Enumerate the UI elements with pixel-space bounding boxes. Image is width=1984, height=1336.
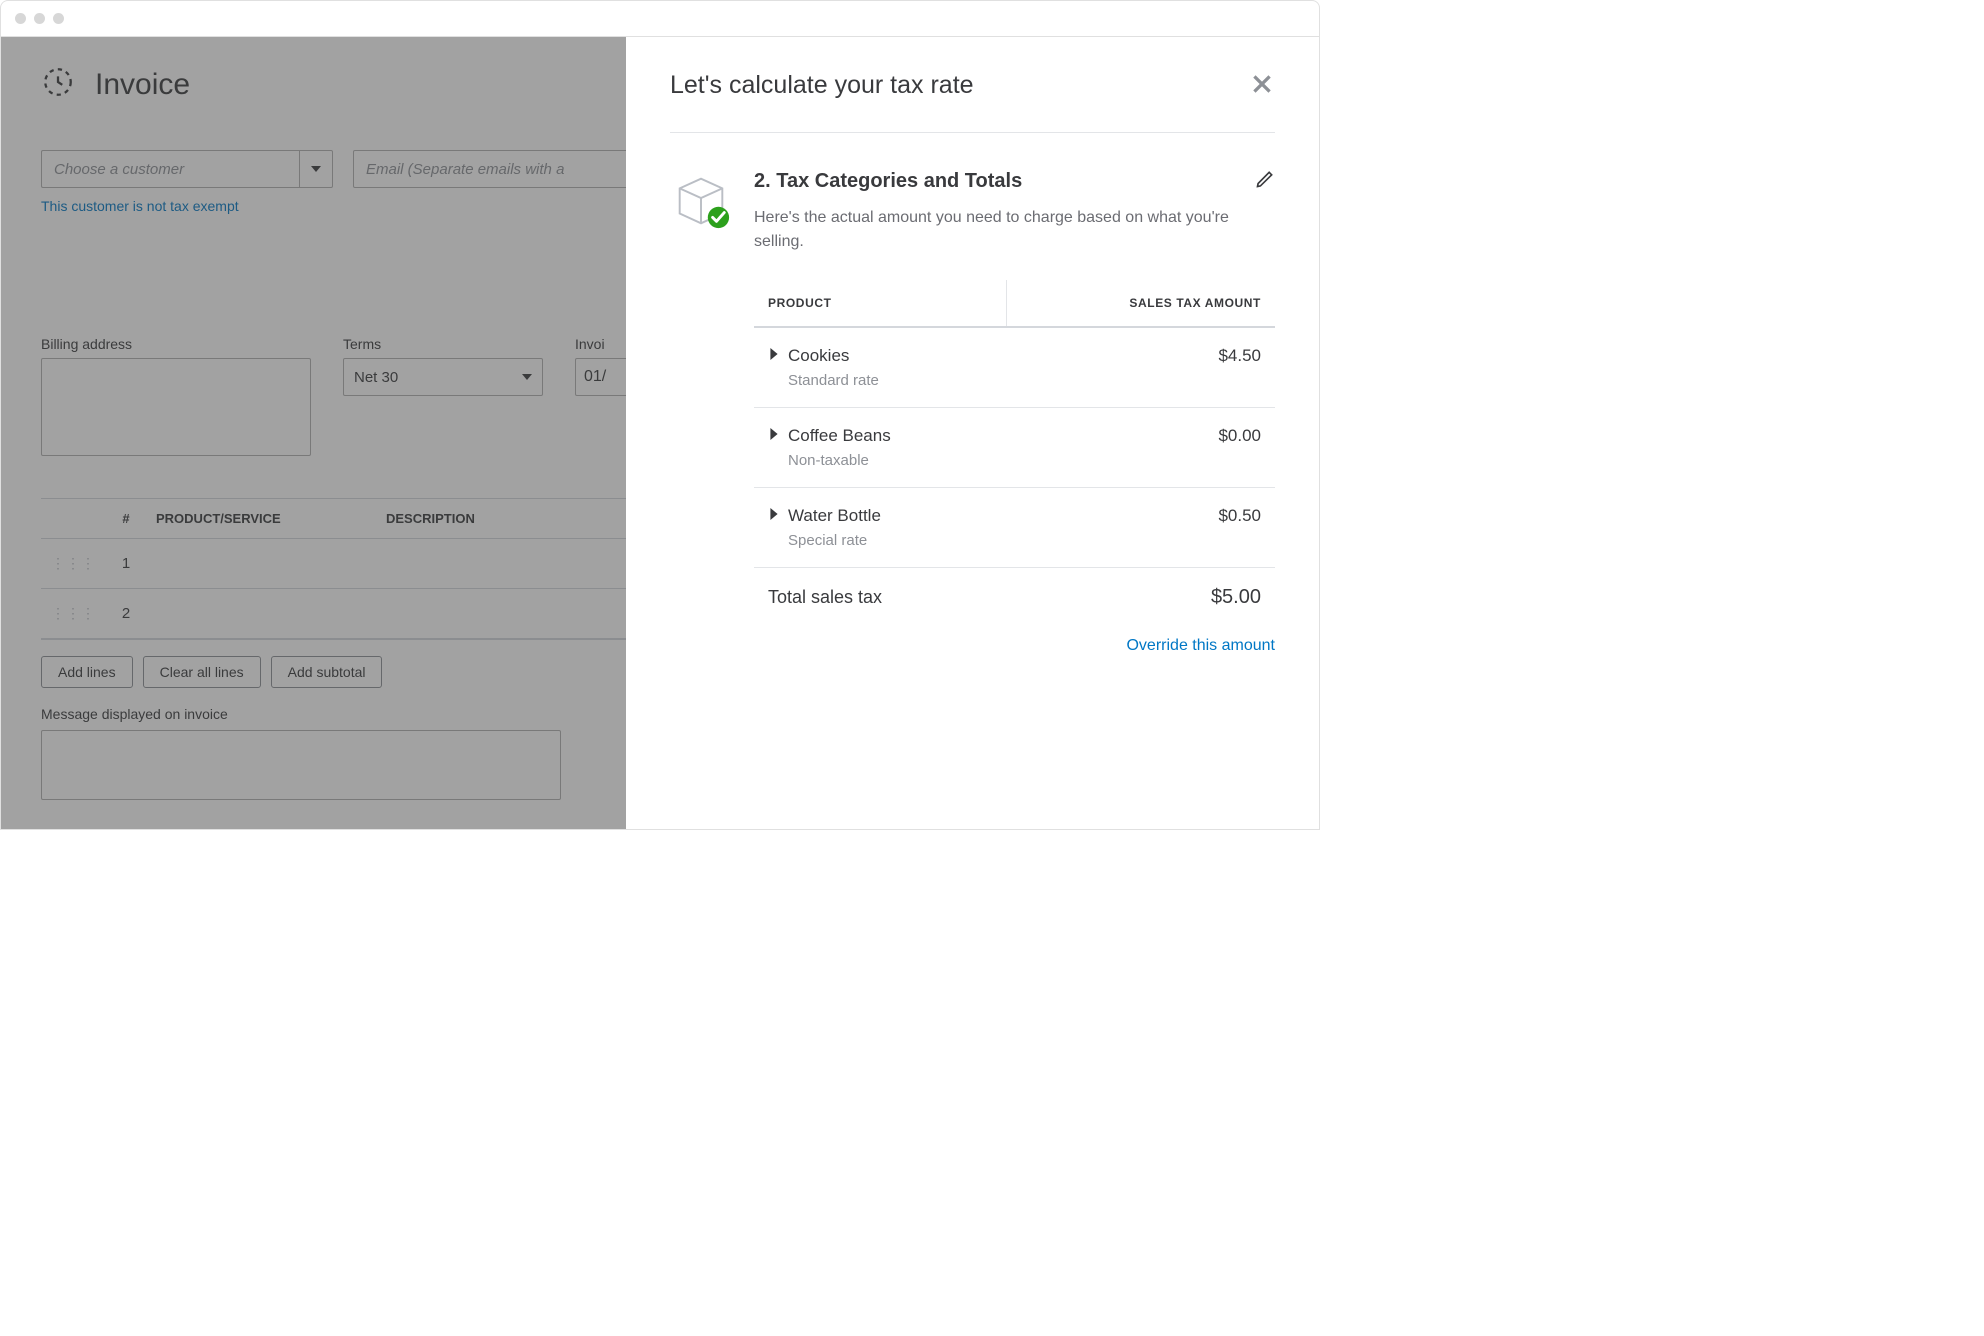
chevron-right-icon[interactable]	[768, 347, 780, 365]
product-name: Coffee Beans	[788, 426, 891, 446]
browser-chrome	[0, 0, 1320, 36]
app-window: Invoice Choose a customer Email (Separat…	[0, 36, 1320, 830]
window-dot	[53, 13, 64, 24]
chevron-right-icon[interactable]	[768, 507, 780, 525]
close-button[interactable]	[1249, 71, 1275, 102]
product-rate: Special rate	[788, 532, 993, 549]
panel-title: Let's calculate your tax rate	[670, 71, 974, 100]
package-icon	[670, 169, 732, 236]
product-rate: Standard rate	[788, 372, 993, 389]
divider	[670, 132, 1275, 133]
tax-amount: $0.50	[1007, 488, 1275, 568]
window-dot	[34, 13, 45, 24]
edit-button[interactable]	[1255, 169, 1275, 194]
section-description: Here's the actual amount you need to cha…	[754, 206, 1275, 254]
total-label: Total sales tax	[754, 568, 1007, 628]
col-product-header: PRODUCT	[754, 280, 1007, 327]
tax-amount: $0.00	[1007, 408, 1275, 488]
tax-rate-panel: Let's calculate your tax rate	[626, 37, 1319, 829]
section-title: 2. Tax Categories and Totals	[754, 170, 1022, 193]
override-link[interactable]: Override this amount	[1126, 637, 1275, 654]
product-rate: Non-taxable	[788, 452, 993, 469]
tax-amount: $4.50	[1007, 327, 1275, 408]
tax-row[interactable]: Coffee Beans Non-taxable $0.00	[754, 408, 1275, 488]
total-value: $5.00	[1007, 568, 1275, 628]
tax-row[interactable]: Cookies Standard rate $4.50	[754, 327, 1275, 408]
product-name: Water Bottle	[788, 506, 881, 526]
product-name: Cookies	[788, 346, 849, 366]
window-dot	[15, 13, 26, 24]
tax-row[interactable]: Water Bottle Special rate $0.50	[754, 488, 1275, 568]
chevron-right-icon[interactable]	[768, 427, 780, 445]
col-tax-header: SALES TAX AMOUNT	[1007, 280, 1275, 327]
tax-table: PRODUCT SALES TAX AMOUNT Cookies Sta	[754, 280, 1275, 627]
